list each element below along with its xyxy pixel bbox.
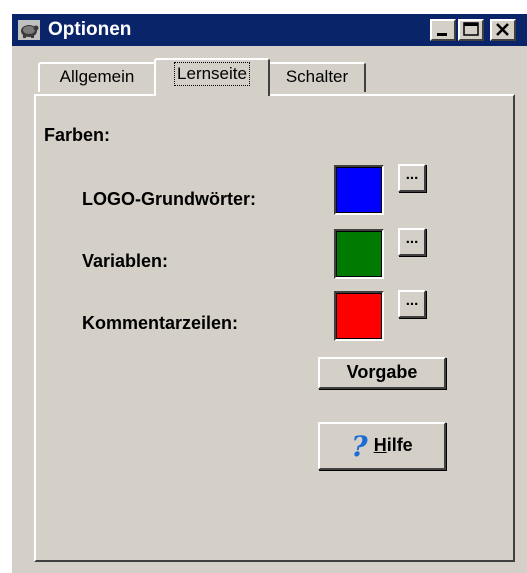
minimize-button[interactable] — [430, 19, 456, 41]
variables-color-button[interactable]: ... — [398, 228, 426, 256]
tab-schalter[interactable]: Schalter — [268, 62, 366, 92]
help-question-icon: ? — [351, 429, 368, 463]
help-button[interactable]: ? Hilfe — [318, 422, 446, 470]
logo-keywords-label: LOGO-Grundwörter: — [82, 189, 256, 209]
window-title: Optionen — [48, 19, 132, 40]
tab-label: Schalter — [285, 67, 349, 86]
tab-lernseite[interactable]: Lernseite — [154, 58, 270, 96]
title-bar[interactable]: Optionen — [12, 14, 527, 46]
tab-label: Allgemein — [59, 67, 135, 86]
maximize-icon — [463, 22, 479, 36]
comment-lines-label: Kommentarzeilen: — [82, 313, 239, 333]
help-label: ilfe — [386, 435, 413, 455]
default-button[interactable]: Vorgabe — [318, 357, 446, 389]
swatch-fill — [336, 167, 382, 213]
comment-lines-color-swatch[interactable] — [334, 291, 384, 341]
close-icon — [496, 23, 509, 36]
comment-lines-color-button[interactable]: ... — [398, 290, 426, 318]
options-dialog: Optionen Allgemein Lernseite Schalter Fa… — [10, 12, 527, 573]
maximize-button[interactable] — [458, 19, 484, 41]
tab-label: Lernseite — [174, 62, 250, 86]
logo-keywords-color-swatch[interactable] — [334, 165, 384, 215]
close-button[interactable] — [490, 19, 516, 41]
help-accelerator: H — [373, 435, 387, 455]
swatch-fill — [336, 293, 382, 339]
minimize-icon — [437, 33, 447, 36]
tab-allgemein[interactable]: Allgemein — [38, 62, 156, 92]
variables-color-swatch[interactable] — [334, 229, 384, 279]
colors-section-label: Farben: — [44, 125, 111, 145]
variables-label: Variablen: — [82, 251, 169, 271]
logo-keywords-color-button[interactable]: ... — [398, 164, 426, 192]
swatch-fill — [336, 231, 382, 277]
turtle-icon — [18, 20, 40, 40]
